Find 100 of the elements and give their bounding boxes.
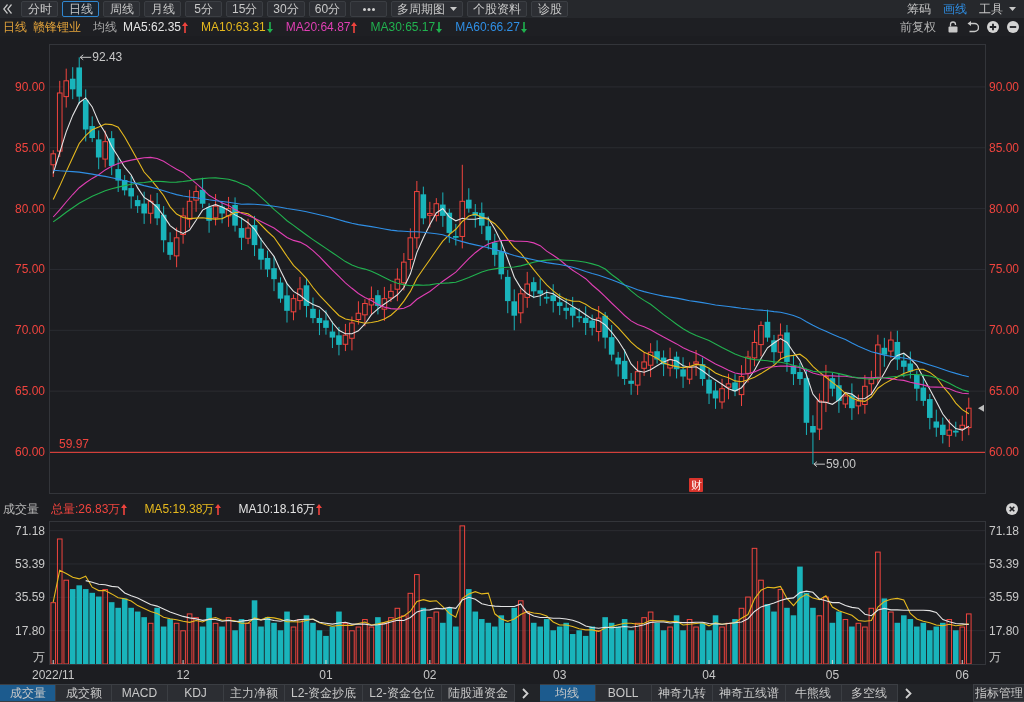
- bar: [952, 630, 959, 664]
- date-axis-label: 01: [319, 668, 333, 682]
- toolbar-button[interactable]: 诊股: [531, 1, 569, 17]
- indicator-tab[interactable]: L2-资金抄底: [285, 684, 364, 702]
- unit-label: 万: [33, 650, 45, 664]
- tool-button[interactable]: 画线: [943, 0, 967, 18]
- volume-axis-label: 35.59: [14, 590, 45, 605]
- toolbar-button[interactable]: 个股资料: [467, 1, 528, 17]
- overlay-tab[interactable]: 神奇五线谱: [712, 684, 786, 702]
- moving-average-value: MA10:63.31: [201, 20, 266, 34]
- period-tab[interactable]: 60分: [308, 1, 347, 17]
- dropdown-button[interactable]: 多周期图: [391, 1, 464, 17]
- adjustment-button[interactable]: 前复权: [900, 18, 936, 36]
- bar: [777, 589, 784, 664]
- minus-circle-icon[interactable]: [1007, 21, 1019, 33]
- period-tab[interactable]: 5分: [185, 1, 222, 17]
- date-axis-label: 05: [825, 668, 840, 682]
- indicator-tab[interactable]: L2-资金仓位: [363, 684, 442, 702]
- bar: [375, 617, 381, 664]
- period-tab[interactable]: 周线: [103, 1, 140, 17]
- close-icon[interactable]: [1006, 503, 1018, 515]
- period-label: 日线: [3, 18, 27, 36]
- period-tab[interactable]: 15分: [226, 1, 264, 17]
- tools-menu-button[interactable]: 工具: [979, 0, 1016, 18]
- overlay-tab[interactable]: BOLL: [595, 684, 652, 702]
- price-axis-label: 80.00: [14, 201, 45, 216]
- price-pointer-icon: [978, 404, 984, 412]
- bar: [732, 619, 738, 664]
- volume-axis-label: 53.39: [14, 556, 45, 571]
- indicator-tab[interactable]: 主力净额: [224, 684, 285, 702]
- chevron-right-icon[interactable]: [521, 687, 529, 699]
- double-chevron-left-icon[interactable]: [3, 4, 12, 14]
- price-axis-label: 90.00: [14, 79, 45, 94]
- price-axis-label: 90.00: [989, 79, 1020, 94]
- date-axis-label: 02: [423, 668, 437, 682]
- volume-axis-label: 71.18: [14, 523, 45, 538]
- price-line-label: 59.97: [59, 437, 90, 452]
- manage-button[interactable]: 指标管理: [973, 684, 1024, 702]
- bar: [147, 622, 154, 664]
- overlay-tab[interactable]: 牛熊线: [785, 684, 842, 702]
- bar: [849, 626, 855, 664]
- unit-label: 万: [989, 650, 1001, 664]
- period-tab[interactable]: 月线: [144, 1, 181, 17]
- bar: [219, 626, 225, 664]
- indicator-tab[interactable]: 陆股通资金: [441, 684, 515, 702]
- dots-icon: [362, 7, 375, 11]
- leader-arrow: [79, 54, 92, 61]
- bar: [667, 626, 673, 664]
- overlay-tab[interactable]: 均线: [539, 684, 596, 702]
- price-axis-label: 70.00: [989, 323, 1020, 338]
- caret-icon: [450, 7, 458, 11]
- chevron-right-icon[interactable]: [904, 687, 912, 699]
- date-axis-label: 12: [176, 668, 190, 682]
- volume-axis-label: 53.39: [989, 556, 1020, 571]
- price-axis-label: 60.00: [989, 445, 1020, 459]
- date-axis-label: 2022/11: [32, 668, 75, 682]
- more-button[interactable]: [350, 1, 388, 17]
- volume-stat: MA5:19.38万: [144, 500, 215, 518]
- price-axis-label: 70.00: [14, 323, 45, 338]
- indicator-tab[interactable]: MACD: [112, 684, 168, 702]
- overlay-tab[interactable]: 神奇九转: [651, 684, 713, 702]
- period-tab[interactable]: 日线: [62, 1, 99, 17]
- caret-icon: [1009, 7, 1016, 11]
- period-tab[interactable]: 30分: [267, 1, 305, 17]
- bar: [946, 619, 953, 664]
- volume-axis-label: 17.80: [14, 623, 45, 638]
- volume-stat: MA10:18.16万: [238, 500, 316, 518]
- price-axis-label: 85.00: [989, 140, 1020, 155]
- moving-average-value: MA60:66.27: [455, 20, 520, 34]
- price-annotation: 92.43: [92, 50, 123, 65]
- period-tab[interactable]: 分时: [21, 1, 58, 17]
- overlay-tab[interactable]: 多空线: [841, 684, 898, 702]
- volume-axis-label: 71.18: [989, 523, 1020, 538]
- undo-icon[interactable]: [967, 21, 979, 33]
- indicator-tab[interactable]: 成交量: [0, 684, 56, 702]
- indicator-label: 均线: [93, 18, 117, 36]
- volume-title: 成交量: [3, 500, 39, 518]
- price-axis-label: 60.00: [14, 445, 45, 459]
- moving-average-value: MA20:64.87: [285, 20, 351, 34]
- tool-button[interactable]: 筹码: [907, 0, 931, 18]
- price-axis-label: 75.00: [14, 262, 45, 277]
- indicator-tab[interactable]: 成交额: [56, 684, 112, 702]
- date-axis-label: 06: [955, 668, 969, 682]
- date-axis-label: 03: [553, 668, 567, 682]
- plus-circle-icon[interactable]: [987, 21, 999, 33]
- moving-average-value: MA5:62.35: [123, 20, 182, 34]
- news-badge[interactable]: 财: [689, 478, 704, 492]
- bar: [459, 525, 466, 664]
- price-axis-label: 65.00: [14, 384, 45, 399]
- indicator-tab[interactable]: KDJ: [168, 684, 224, 702]
- bar: [212, 622, 219, 664]
- stock-name: 赣锋锂业: [33, 18, 81, 36]
- bar: [245, 622, 251, 664]
- volume-axis-label: 35.59: [989, 590, 1020, 605]
- lock-icon[interactable]: [948, 21, 958, 33]
- price-axis-label: 80.00: [989, 201, 1020, 216]
- price-axis-label: 75.00: [989, 262, 1020, 277]
- volume-axis-label: 17.80: [989, 623, 1020, 638]
- bar: [595, 630, 602, 664]
- bar: [842, 619, 849, 664]
